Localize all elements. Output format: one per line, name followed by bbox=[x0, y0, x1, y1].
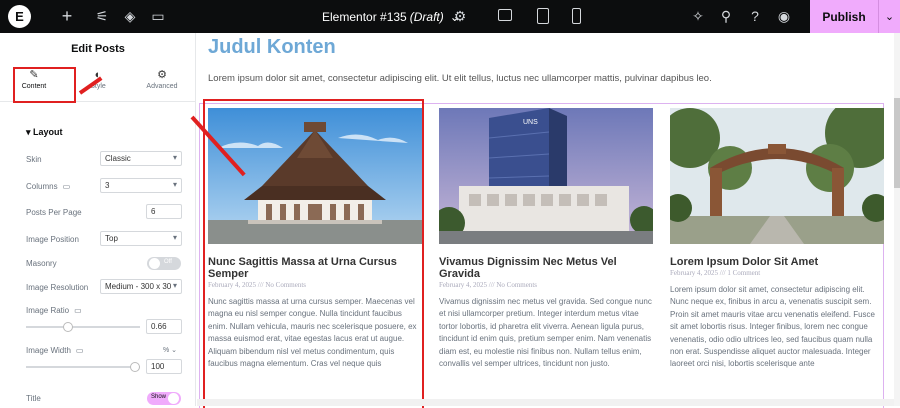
publish-button[interactable]: Publish bbox=[810, 0, 878, 33]
masonry-label: Masonry bbox=[26, 259, 57, 268]
post-excerpt: Lorem ipsum dolor sit amet, consectetur … bbox=[670, 285, 875, 369]
tablet-view-icon[interactable] bbox=[537, 8, 549, 24]
image-ratio-label: Image Ratio ▭ bbox=[26, 306, 82, 315]
caret-down-icon: ▾ bbox=[26, 127, 34, 137]
image-resolution-label: Image Resolution bbox=[26, 283, 89, 292]
desktop-icon: ▭ bbox=[75, 346, 84, 355]
slider-handle[interactable] bbox=[63, 322, 74, 332]
page-heading[interactable]: Judul Konten bbox=[208, 36, 336, 59]
image-width-input[interactable]: 100 bbox=[146, 359, 182, 374]
add-element-icon[interactable]: + bbox=[57, 6, 77, 26]
image-position-label: Image Position bbox=[26, 235, 79, 244]
post-card[interactable]: UNS Vivamus Dignissim Nec Metus Vel Grav… bbox=[439, 108, 653, 370]
annotation-box-content-tab bbox=[13, 67, 76, 103]
publish-options-button[interactable]: ⌄ bbox=[878, 0, 900, 33]
columns-label: Columns ▭ bbox=[26, 182, 71, 191]
post-excerpt: Vivamus dignissim nec metus vel gravida.… bbox=[439, 297, 652, 369]
building-sign-text: UNS bbox=[523, 119, 538, 126]
structure-icon[interactable]: ⚟ bbox=[92, 6, 112, 26]
vertical-scrollbar[interactable] bbox=[894, 33, 900, 406]
preview-eye-icon[interactable]: ◉ bbox=[774, 6, 794, 26]
notes-icon[interactable]: ▭ bbox=[148, 6, 168, 26]
section-layout[interactable]: ▾ Layout bbox=[26, 127, 63, 138]
mobile-view-icon[interactable] bbox=[572, 8, 581, 24]
post-thumbnail[interactable]: UNS bbox=[439, 108, 653, 244]
page-canvas: Judul Konten Lorem ipsum dolor sit amet,… bbox=[197, 33, 900, 408]
modern-tower-image: UNS bbox=[439, 108, 653, 244]
desktop-icon: ▭ bbox=[74, 306, 82, 315]
post-meta: February 4, 2025 /// No Comments bbox=[439, 281, 537, 289]
scrollbar-thumb[interactable] bbox=[894, 98, 900, 188]
post-card[interactable]: Lorem Ipsum Dolor Sit Amet February 4, 2… bbox=[670, 108, 884, 371]
posts-per-page-label: Posts Per Page bbox=[26, 208, 82, 217]
desktop-view-icon[interactable] bbox=[498, 9, 512, 21]
document-status: (Draft) bbox=[409, 9, 444, 24]
post-meta: February 4, 2025 /// 1 Comment bbox=[670, 269, 761, 277]
skin-select[interactable]: Classic bbox=[100, 151, 182, 166]
annotation-box-first-post bbox=[203, 99, 424, 408]
slider-handle[interactable] bbox=[130, 362, 140, 372]
image-ratio-slider[interactable] bbox=[26, 322, 140, 332]
columns-select[interactable]: 3 bbox=[100, 178, 182, 193]
document-title[interactable]: Elementor #135 (Draft) ⌄ bbox=[322, 0, 460, 33]
post-title[interactable]: Lorem Ipsum Dolor Sit Amet bbox=[670, 256, 884, 268]
title-toggle[interactable]: Show bbox=[147, 392, 181, 405]
editor-panel: Edit Posts ✎ Content ◐ Style ⚙ Advanced … bbox=[0, 33, 196, 406]
help-icon[interactable]: ? bbox=[745, 6, 765, 26]
image-resolution-select[interactable]: Medium - 300 x 30 bbox=[100, 279, 182, 294]
title-label: Title bbox=[26, 394, 41, 403]
page-settings-icon[interactable]: ⚙ bbox=[450, 6, 470, 26]
image-width-slider[interactable] bbox=[26, 362, 140, 372]
section-label: Layout bbox=[33, 127, 63, 137]
image-position-select[interactable]: Top bbox=[100, 231, 182, 246]
post-thumbnail[interactable] bbox=[670, 108, 884, 244]
gear-icon: ⚙ bbox=[157, 69, 167, 81]
tab-advanced[interactable]: ⚙ Advanced bbox=[130, 68, 194, 100]
skin-label: Skin bbox=[26, 155, 42, 164]
panel-title: Edit Posts bbox=[71, 43, 125, 55]
posts-per-page-input[interactable]: 6 bbox=[146, 204, 182, 219]
site-settings-icon[interactable]: ◈ bbox=[120, 6, 140, 26]
search-icon[interactable]: ⚲ bbox=[716, 6, 736, 26]
image-width-unit-select[interactable]: % ⌄ bbox=[163, 346, 177, 354]
horizontal-scrollbar[interactable] bbox=[197, 399, 900, 406]
document-name: Elementor #135 bbox=[322, 9, 407, 24]
elementor-logo-icon[interactable]: E bbox=[8, 5, 31, 28]
post-title[interactable]: Vivamus Dignissim Nec Metus Vel Gravida bbox=[439, 256, 653, 280]
image-width-label: Image Width ▭ bbox=[26, 346, 84, 355]
masonry-toggle[interactable]: Off bbox=[147, 257, 181, 270]
tab-label: Advanced bbox=[146, 83, 178, 90]
editor-topbar: E + ⚟ ◈ ▭ Elementor #135 (Draft) ⌄ ⚙ ✧ ⚲… bbox=[0, 0, 900, 33]
ai-sparkle-icon[interactable]: ✧ bbox=[688, 6, 708, 26]
campus-gate-image bbox=[670, 108, 884, 244]
desktop-icon: ▭ bbox=[62, 182, 71, 191]
image-ratio-input[interactable]: 0.66 bbox=[146, 319, 182, 334]
intro-text[interactable]: Lorem ipsum dolor sit amet, consectetur … bbox=[208, 73, 712, 84]
